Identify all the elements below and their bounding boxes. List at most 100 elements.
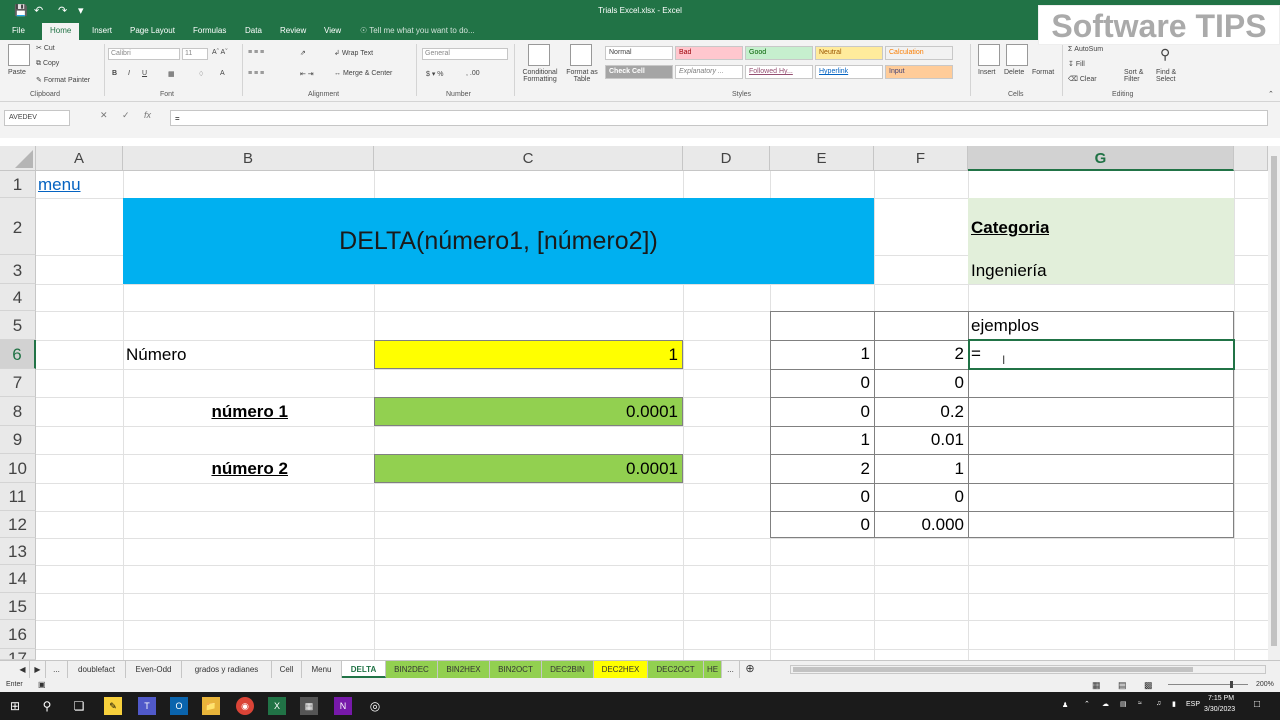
cut-button[interactable]: ✂ Cut	[36, 44, 55, 52]
font-name-select[interactable]: Calibri	[108, 48, 180, 60]
row-header-12[interactable]: 12	[0, 511, 36, 538]
active-cell-g6[interactable]	[968, 339, 1235, 370]
style-check-cell[interactable]: Check Cell	[605, 65, 673, 79]
style-hyperlink[interactable]: Hyperlink	[815, 65, 883, 79]
tab-page-layout[interactable]: Page Layout	[130, 26, 175, 35]
windows-start-icon[interactable]: ⊞	[6, 697, 24, 715]
calculator-icon[interactable]: ▦	[300, 697, 318, 715]
obs-icon[interactable]: ◎	[366, 697, 384, 715]
align-left-icon[interactable]: ≡ ≡ ≡	[248, 70, 264, 77]
select-all-button[interactable]	[0, 146, 36, 171]
table-cell-f7[interactable]: 0	[874, 373, 968, 393]
numero2-input-cell[interactable]: 0.0001	[374, 454, 683, 483]
numero-input-cell[interactable]: 1	[374, 340, 683, 369]
style-calculation[interactable]: Calculation	[885, 46, 953, 60]
table-cell-f10[interactable]: 1	[874, 459, 968, 479]
sheet-tab-doublefact[interactable]: doublefact	[68, 661, 126, 678]
column-header-g[interactable]: G	[968, 146, 1234, 171]
italic-icon[interactable]: I	[128, 70, 130, 77]
style-good[interactable]: Good	[745, 46, 813, 60]
sheet-tab-dec2hex[interactable]: DEC2HEX	[594, 661, 648, 678]
font-grow-icon[interactable]: Aˆ Aˇ	[212, 49, 228, 56]
fx-icon[interactable]: fx	[144, 110, 151, 120]
indent-icon[interactable]: ⇤ ⇥	[300, 70, 314, 78]
outlook-icon[interactable]: O	[170, 697, 188, 715]
macro-record-icon[interactable]: ▣	[38, 680, 46, 689]
sheet-tab-menu[interactable]: Menu	[302, 661, 342, 678]
paste-icon[interactable]	[8, 44, 30, 66]
sheet-tab-more-right[interactable]: ...	[722, 661, 740, 678]
chevron-up-icon[interactable]: ⌃	[1084, 700, 1090, 708]
row-header-2[interactable]: 2	[0, 198, 36, 255]
style-input[interactable]: Input	[885, 65, 953, 79]
clear-button[interactable]: ⌫ Clear	[1068, 75, 1097, 83]
tab-file[interactable]: File	[12, 26, 25, 35]
style-normal[interactable]: Normal	[605, 46, 673, 60]
insert-cells-button[interactable]: Insert	[978, 69, 996, 76]
table-cell-e11[interactable]: 0	[770, 487, 874, 507]
row-header-4[interactable]: 4	[0, 284, 36, 311]
table-cell-e8[interactable]: 0	[770, 402, 874, 422]
column-header-f[interactable]: F	[874, 146, 968, 171]
sheet-tab-delta[interactable]: DELTA	[342, 661, 386, 678]
sheet-tab-even-odd[interactable]: Even-Odd	[126, 661, 182, 678]
format-painter-button[interactable]: ✎ Format Painter	[36, 76, 90, 84]
currency-icon[interactable]: $ ▾ %	[426, 70, 444, 78]
row-header-3[interactable]: 3	[0, 255, 36, 284]
table-cell-f12[interactable]: 0.000	[874, 515, 968, 535]
zoom-slider-thumb[interactable]	[1230, 681, 1233, 688]
row-header-14[interactable]: 14	[0, 565, 36, 593]
table-cell-e12[interactable]: 0	[770, 515, 874, 535]
row-header-16[interactable]: 16	[0, 620, 36, 649]
search-icon[interactable]: ⚲	[38, 697, 56, 715]
sheet-tab-bin2dec[interactable]: BIN2DEC	[386, 661, 438, 678]
table-cell-f11[interactable]: 0	[874, 487, 968, 507]
row-header-1[interactable]: 1	[0, 171, 36, 198]
tab-insert[interactable]: Insert	[92, 26, 112, 35]
font-color-icon[interactable]: A	[220, 70, 225, 77]
format-table-button[interactable]: Format as Table	[564, 69, 600, 83]
zoom-level[interactable]: 200%	[1256, 681, 1274, 688]
active-cell-editor[interactable]: =	[971, 344, 981, 364]
sheet-tab-dec2bin[interactable]: DEC2BIN	[542, 661, 594, 678]
row-header-15[interactable]: 15	[0, 593, 36, 620]
network-icon[interactable]: ▤	[1120, 700, 1127, 708]
cancel-icon[interactable]: ✕	[100, 110, 108, 121]
cloud-icon[interactable]: ☁	[1102, 700, 1109, 708]
column-header-c[interactable]: C	[374, 146, 683, 171]
format-cells-button[interactable]: Format	[1032, 69, 1054, 76]
sheet-tab-bin2hex[interactable]: BIN2HEX	[438, 661, 490, 678]
font-size-select[interactable]: 11	[182, 48, 208, 60]
table-cell-f9[interactable]: 0.01	[874, 430, 968, 450]
row-header-11[interactable]: 11	[0, 483, 36, 511]
row-header-5[interactable]: 5	[0, 311, 36, 340]
fill-color-icon[interactable]: ♢	[198, 70, 204, 78]
delete-cells-button[interactable]: Delete	[1004, 69, 1024, 76]
battery-icon[interactable]: ▮	[1172, 700, 1176, 708]
table-cell-e9[interactable]: 1	[770, 430, 874, 450]
table-cell-f8[interactable]: 0.2	[874, 402, 968, 422]
collapse-ribbon-icon[interactable]: ⌃	[1268, 90, 1274, 98]
style-bad[interactable]: Bad	[675, 46, 743, 60]
menu-link[interactable]: menu	[38, 175, 81, 195]
formula-input[interactable]: =	[170, 110, 1268, 126]
column-header-a[interactable]: A	[36, 146, 123, 171]
format-table-icon[interactable]	[570, 44, 592, 66]
file-explorer-icon[interactable]: 📁	[202, 697, 220, 715]
name-box[interactable]: AVEDEV	[4, 110, 70, 126]
sheet-tab-hex[interactable]: HE	[704, 661, 722, 678]
notifications-icon[interactable]: □	[1254, 699, 1260, 710]
page-layout-view-icon[interactable]: ▤	[1118, 680, 1127, 691]
column-header-e[interactable]: E	[770, 146, 874, 171]
teams-icon[interactable]: T	[138, 697, 156, 715]
number-format-select[interactable]: General	[422, 48, 508, 60]
zoom-slider[interactable]	[1168, 684, 1248, 685]
page-break-view-icon[interactable]: ▩	[1144, 680, 1153, 691]
vertical-scrollbar[interactable]	[1268, 146, 1280, 660]
tell-me-box[interactable]: ☉ Tell me what you want to do...	[360, 26, 475, 35]
worksheet-grid[interactable]: menu DELTA(número1, [número2]) Categoria…	[36, 171, 1268, 660]
merge-center-button[interactable]: ↔ Merge & Center	[334, 70, 392, 77]
paste-button[interactable]: Paste	[8, 69, 26, 76]
clock-date[interactable]: 3/30/2023	[1204, 706, 1235, 713]
tab-formulas[interactable]: Formulas	[193, 26, 226, 35]
